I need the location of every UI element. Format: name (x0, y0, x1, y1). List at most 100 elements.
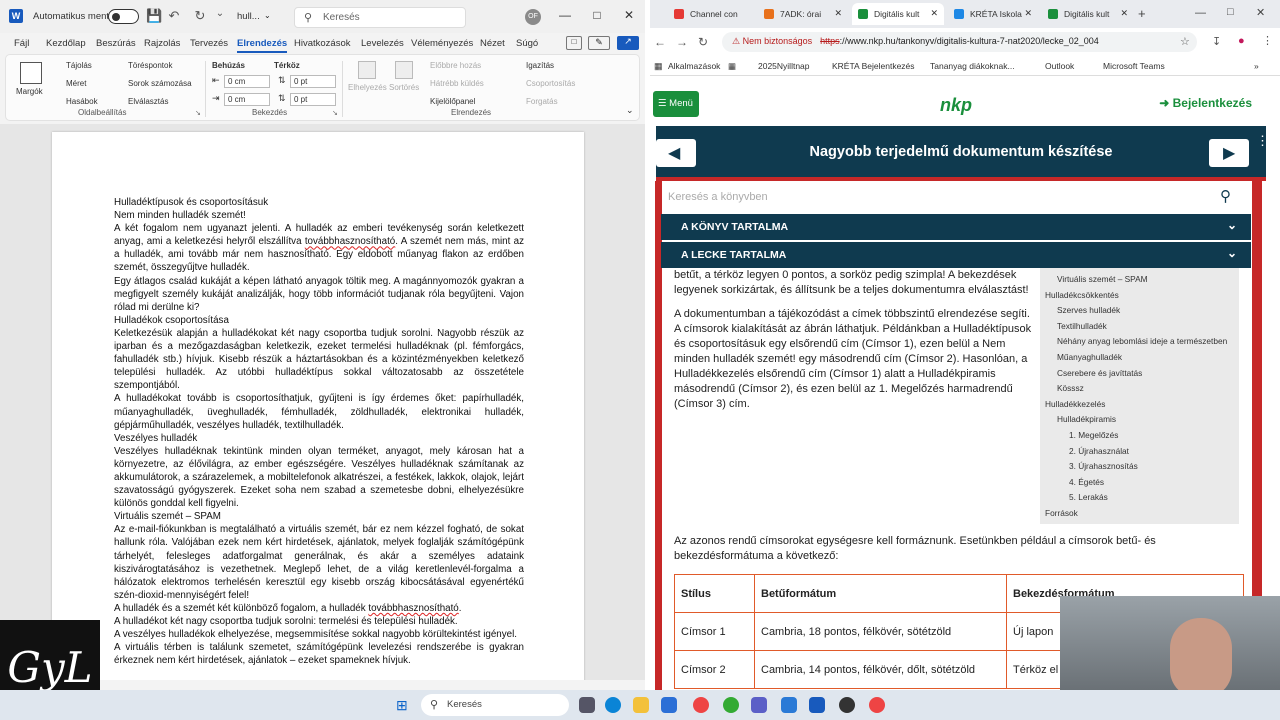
doc-name-chevron-icon[interactable]: ⌄ (264, 11, 271, 20)
download-icon[interactable]: ↧ (1212, 35, 1221, 48)
tab-references[interactable]: Hivatkozások (294, 38, 351, 49)
windows-start-icon[interactable]: ⊞ (396, 697, 408, 714)
task-view-icon[interactable] (579, 697, 595, 713)
tab-home[interactable]: Kezdőlap (46, 38, 86, 49)
document-heading[interactable]: Virtuális szemét – SPAM (114, 510, 524, 523)
document-paragraph[interactable]: Az e-mail-fiókunkban is megtalálható a v… (114, 523, 524, 602)
toc-item[interactable]: Hulladékpiramis (1057, 414, 1116, 424)
word-taskbar-icon[interactable] (809, 697, 825, 713)
toc-item[interactable]: Szerves hulladék (1057, 305, 1120, 315)
columns-button[interactable]: Hasábok (66, 97, 98, 106)
bookmark-materials[interactable]: Tananyag diákoknak... (930, 61, 1015, 71)
document-heading[interactable]: Nem minden hulladék szemét! (114, 209, 524, 222)
align-button[interactable]: Igazítás (526, 61, 554, 70)
chrome-profile-icon[interactable] (723, 697, 739, 713)
minimize-icon[interactable]: — (554, 8, 576, 22)
back-icon[interactable]: ← (654, 35, 666, 49)
spacing-after-field[interactable]: 0 pt (290, 93, 336, 106)
apps-grid-icon[interactable]: ▦ (654, 61, 663, 72)
line-numbers-button[interactable]: Sorok számozása (128, 79, 192, 88)
word-search-box[interactable]: ⚲ Keresés (294, 7, 466, 28)
not-secure-badge[interactable]: ⚠ Nem biztonságos (732, 36, 812, 46)
tab-close-icon[interactable]: ✕ (1024, 8, 1032, 19)
tab-help[interactable]: Súgó (516, 38, 538, 49)
toc-item[interactable]: Hulladékkezelés (1045, 399, 1105, 409)
document-paragraph[interactable]: A hulladékot két nagy csoportba tudjuk s… (114, 615, 524, 628)
toc-item[interactable]: Műanyaghulladék (1057, 352, 1122, 362)
extension-icon[interactable]: ● (1238, 35, 1245, 47)
bookmark-outlook[interactable]: Outlook (1045, 61, 1074, 71)
maximize-icon[interactable]: □ (586, 8, 608, 22)
document-paragraph[interactable]: Keletkezésük alapján a hulladékokat két … (114, 327, 524, 392)
toc-item[interactable]: Cserebere és javíttatás (1057, 368, 1142, 378)
document-heading[interactable]: Veszélyes hulladék (114, 432, 524, 445)
breaks-button[interactable]: Töréspontok (128, 61, 172, 70)
page-setup-launcher-icon[interactable]: ↘ (195, 109, 201, 117)
toc-item[interactable]: Hulladékcsökkentés (1045, 290, 1119, 300)
bookmark-open-day[interactable]: 2025Nyilltnap (758, 61, 810, 71)
position-button[interactable]: Elhelyezés (348, 83, 387, 92)
document-name[interactable]: hull... (237, 11, 260, 22)
document-heading[interactable]: Hulladékok csoportosítása (114, 314, 524, 327)
tab-view[interactable]: Nézet (480, 38, 505, 49)
bring-forward-button[interactable]: Előbbre hozás (430, 61, 481, 70)
redo-icon[interactable]: ↻ (192, 8, 208, 24)
file-explorer-icon[interactable] (633, 697, 649, 713)
nkp-logo[interactable]: nkp (940, 95, 972, 116)
avatar[interactable]: OF (525, 9, 541, 25)
tab-layout[interactable]: Elrendezés (237, 38, 288, 53)
size-button[interactable]: Méret (66, 79, 86, 88)
document-paragraph[interactable]: A két fogalom nem ugyanazt jelenti. A hu… (114, 222, 524, 274)
document-body[interactable]: Hulladéktípusok és csoportosításuk Nem mi… (114, 196, 524, 667)
browser-tab-2[interactable]: Digitális kult ✕ (852, 3, 944, 25)
spelling-error[interactable]: továbbhasznosítható (368, 603, 458, 614)
prev-lesson-button[interactable]: ◀ (656, 139, 696, 167)
wrap-text-icon[interactable] (395, 61, 413, 79)
tab-mailings[interactable]: Levelezés (361, 38, 404, 49)
browser-tab-3[interactable]: KRÉTA Iskola ✕ (948, 3, 1038, 25)
orientation-button[interactable]: Tájolás (66, 61, 92, 70)
hyphenation-button[interactable]: Elválasztás (128, 97, 168, 106)
login-link[interactable]: ➜ Bejelentkezés (1159, 96, 1252, 110)
comments-icon[interactable]: □ (566, 36, 582, 50)
search-icon[interactable]: ⚲ (1220, 187, 1231, 205)
tab-file[interactable]: Fájl (14, 38, 29, 49)
bookmark-apps[interactable]: Alkalmazások (668, 61, 720, 71)
document-paragraph[interactable]: A hulladékokat tovább is csoportosíthatj… (114, 392, 524, 431)
editing-pen-icon[interactable]: ✎ (588, 36, 610, 50)
indent-left-field[interactable]: 0 cm (224, 75, 270, 88)
url-field[interactable]: ⚠ Nem biztonságos https://www.nkp.hu/tank… (722, 32, 1197, 52)
tab-draw[interactable]: Rajzolás (144, 38, 180, 49)
toc-item[interactable]: Néhány anyag lebomlási ideje a természet… (1057, 336, 1227, 346)
tab-close-icon[interactable]: ✕ (1120, 8, 1128, 19)
menu-button[interactable]: ☰ Menü (653, 91, 699, 117)
margins-button[interactable]: Margók (16, 87, 43, 96)
bookmarks-overflow-icon[interactable]: » (1254, 61, 1259, 71)
document-paragraph[interactable]: Veszélyes hulladéknak tekintünk minden o… (114, 445, 524, 510)
accordion-book-contents[interactable]: A KÖNYV TARTALMA ⌄ (661, 214, 1251, 240)
position-icon[interactable] (358, 61, 376, 79)
more-options-icon[interactable]: ⋮ (1256, 134, 1269, 147)
document-paragraph[interactable]: Egy átlagos család kukáját a képen látha… (114, 275, 524, 314)
bookmark-kreta[interactable]: KRÉTA Bejelentkezés (832, 61, 915, 71)
save-icon[interactable]: 💾 (146, 8, 162, 24)
toc-item[interactable]: Textilhulladék (1057, 321, 1107, 331)
taskbar-search[interactable]: ⚲ Keresés (421, 694, 569, 716)
minimize-icon[interactable]: — (1195, 7, 1206, 19)
todo-icon[interactable] (781, 697, 797, 713)
browser-tab-4[interactable]: Digitális kult ✕ (1042, 3, 1134, 25)
customize-qat-icon[interactable]: ⌄ (212, 8, 228, 19)
paragraph-launcher-icon[interactable]: ↘ (332, 109, 338, 117)
reload-icon[interactable]: ↻ (698, 35, 708, 49)
tab-review[interactable]: Véleményezés (411, 38, 473, 49)
book-search-field[interactable]: Keresés a könyvben (664, 184, 1249, 210)
send-backward-button[interactable]: Hátrébb küldés (430, 79, 484, 88)
toc-item[interactable]: 2. Újrahasználat (1069, 446, 1129, 456)
accordion-lesson-contents[interactable]: A LECKE TARTALMA ⌄ (661, 242, 1251, 268)
wrap-text-button[interactable]: Sortörés (389, 83, 419, 92)
toc-item[interactable]: Források (1045, 508, 1078, 518)
bookmark-teams[interactable]: Microsoft Teams (1103, 61, 1165, 71)
edge-icon[interactable] (605, 697, 621, 713)
toc-item[interactable]: 4. Égetés (1069, 477, 1104, 487)
document-heading[interactable]: Hulladéktípusok és csoportosításuk (114, 196, 524, 209)
